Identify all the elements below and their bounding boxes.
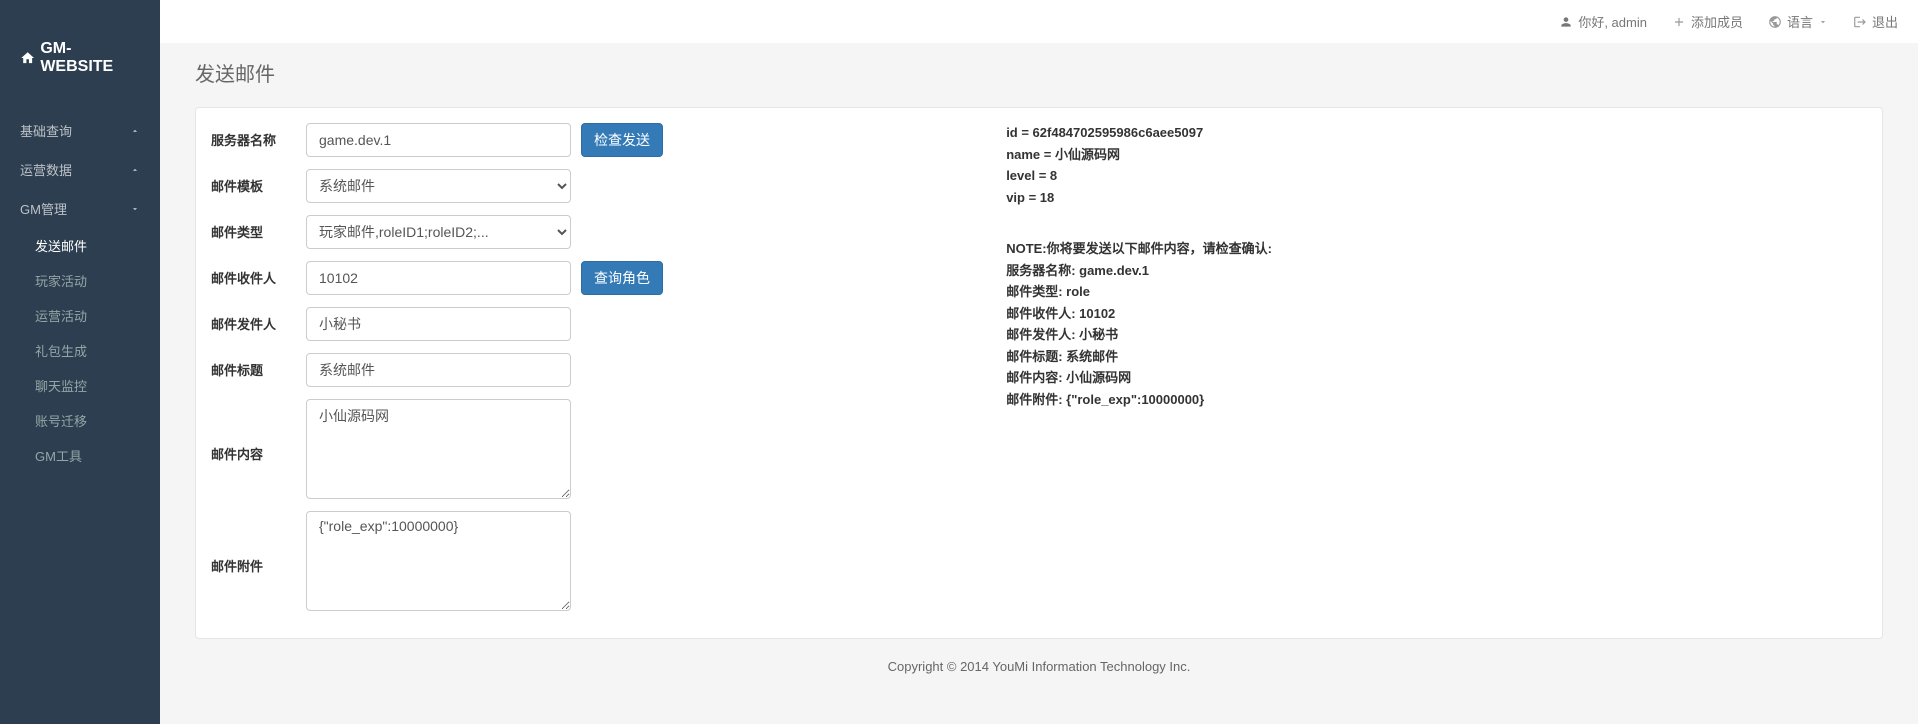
note-header: NOTE:你将要发送以下邮件内容，请检查确认:	[1006, 239, 1867, 259]
note-line: 邮件发件人: 小秘书	[1006, 325, 1867, 345]
note-line: 邮件收件人: 10102	[1006, 304, 1867, 324]
form-row-template: 邮件模板 系统邮件	[211, 169, 956, 203]
role-info-block: id = 62f484702595986c6aee5097 name = 小仙源…	[1006, 123, 1867, 207]
panel: 服务器名称 检查发送 邮件模板 系统邮件 邮件类型	[195, 107, 1883, 639]
form-row-recipient: 邮件收件人 查询角色	[211, 261, 956, 295]
topbar-language[interactable]: 语言	[1768, 12, 1828, 31]
form-row-server: 服务器名称 检查发送	[211, 123, 956, 157]
sidebar-sublabel: GM工具	[35, 449, 82, 464]
note-block: NOTE:你将要发送以下邮件内容，请检查确认: 服务器名称: game.dev.…	[1006, 239, 1867, 409]
globe-icon	[1768, 15, 1782, 29]
sidebar-label: GM管理	[20, 199, 67, 218]
title-input[interactable]	[306, 353, 571, 387]
topbar-logout-text: 退出	[1872, 12, 1898, 31]
sender-input[interactable]	[306, 307, 571, 341]
sidebar-subitem-player-activity[interactable]: 玩家活动	[0, 263, 160, 298]
plus-icon	[1672, 15, 1686, 29]
topbar-language-text: 语言	[1787, 12, 1813, 31]
content-wrap	[306, 399, 956, 499]
brand[interactable]: GM-WEBSITE	[0, 25, 160, 91]
role-level: level = 8	[1006, 166, 1867, 186]
template-select[interactable]: 系统邮件	[306, 169, 571, 203]
info-column: id = 62f484702595986c6aee5097 name = 小仙源…	[956, 123, 1867, 623]
recipient-input[interactable]	[306, 261, 571, 295]
sidebar-subitem-chat-monitor[interactable]: 聊天监控	[0, 368, 160, 403]
template-wrap: 系统邮件	[306, 169, 956, 203]
title-wrap	[306, 353, 956, 387]
topbar: 你好, admin 添加成员 语言 退出	[160, 0, 1918, 43]
attachment-wrap	[306, 511, 956, 611]
sidebar-sublabel: 礼包生成	[35, 344, 87, 359]
role-id: id = 62f484702595986c6aee5097	[1006, 123, 1867, 143]
note-line: 服务器名称: game.dev.1	[1006, 261, 1867, 281]
type-wrap: 玩家邮件,roleID1;roleID2;...	[306, 215, 956, 249]
note-line: 邮件附件: {"role_exp":10000000}	[1006, 390, 1867, 410]
chevron-up-icon	[130, 126, 140, 136]
note-line: 邮件内容: 小仙源码网	[1006, 368, 1867, 388]
home-icon	[20, 50, 35, 66]
attachment-textarea[interactable]	[306, 511, 571, 611]
sidebar-subitem-account-migrate[interactable]: 账号迁移	[0, 403, 160, 438]
sidebar-sublabel: 聊天监控	[35, 379, 87, 394]
server-wrap: 检查发送	[306, 123, 956, 157]
attachment-label: 邮件附件	[211, 511, 306, 575]
sidebar: GM-WEBSITE 基础查询 运营数据 GM管理 发送邮件 玩家活动 运营活动…	[0, 0, 160, 724]
form-row-title: 邮件标题	[211, 353, 956, 387]
sidebar-item-gm-manage[interactable]: GM管理	[0, 189, 160, 228]
main: 你好, admin 添加成员 语言 退出 发送邮件 服务器名称 检查发送	[160, 0, 1918, 724]
server-input[interactable]	[306, 123, 571, 157]
form-row-content: 邮件内容	[211, 399, 956, 499]
server-label: 服务器名称	[211, 123, 306, 149]
check-send-button[interactable]: 检查发送	[581, 123, 663, 157]
note-line: 邮件类型: role	[1006, 282, 1867, 302]
recipient-wrap: 查询角色	[306, 261, 956, 295]
template-label: 邮件模板	[211, 169, 306, 195]
topbar-greeting-text: 你好, admin	[1578, 12, 1647, 31]
topbar-add-member-text: 添加成员	[1691, 12, 1743, 31]
info-spacer	[1006, 209, 1867, 239]
sidebar-sublabel: 发送邮件	[35, 239, 87, 254]
content: 发送邮件 服务器名称 检查发送 邮件模板 系统邮件	[160, 43, 1918, 709]
sidebar-subitem-operation-activity[interactable]: 运营活动	[0, 298, 160, 333]
query-role-button[interactable]: 查询角色	[581, 261, 663, 295]
sidebar-subitem-gm-tool[interactable]: GM工具	[0, 438, 160, 473]
sidebar-menu: 基础查询 运营数据 GM管理 发送邮件 玩家活动 运营活动 礼包生成 聊天监控 …	[0, 111, 160, 473]
note-line: 邮件标题: 系统邮件	[1006, 347, 1867, 367]
sender-label: 邮件发件人	[211, 307, 306, 333]
footer: Copyright © 2014 YouMi Information Techn…	[195, 639, 1883, 694]
content-label: 邮件内容	[211, 399, 306, 463]
user-icon	[1559, 15, 1573, 29]
form-row-sender: 邮件发件人	[211, 307, 956, 341]
sidebar-item-basic-query[interactable]: 基础查询	[0, 111, 160, 150]
sidebar-subitem-gift-generate[interactable]: 礼包生成	[0, 333, 160, 368]
sidebar-item-operation-data[interactable]: 运营数据	[0, 150, 160, 189]
sidebar-sublabel: 玩家活动	[35, 274, 87, 289]
type-label: 邮件类型	[211, 215, 306, 241]
form-row-type: 邮件类型 玩家邮件,roleID1;roleID2;...	[211, 215, 956, 249]
chevron-down-icon	[130, 204, 140, 214]
content-textarea[interactable]	[306, 399, 571, 499]
form-column: 服务器名称 检查发送 邮件模板 系统邮件 邮件类型	[211, 123, 956, 623]
topbar-add-member[interactable]: 添加成员	[1672, 12, 1743, 31]
role-name: name = 小仙源码网	[1006, 145, 1867, 165]
type-select[interactable]: 玩家邮件,roleID1;roleID2;...	[306, 215, 571, 249]
sidebar-label: 运营数据	[20, 160, 72, 179]
page-title: 发送邮件	[195, 58, 1883, 87]
chevron-up-icon	[130, 165, 140, 175]
title-label: 邮件标题	[211, 353, 306, 379]
sender-wrap	[306, 307, 956, 341]
form-row-attachment: 邮件附件	[211, 511, 956, 611]
role-vip: vip = 18	[1006, 188, 1867, 208]
topbar-logout[interactable]: 退出	[1853, 12, 1898, 31]
sidebar-sublabel: 运营活动	[35, 309, 87, 324]
sidebar-sublabel: 账号迁移	[35, 414, 87, 429]
logout-icon	[1853, 15, 1867, 29]
topbar-greeting[interactable]: 你好, admin	[1559, 12, 1647, 31]
caret-down-icon	[1818, 17, 1828, 27]
sidebar-label: 基础查询	[20, 121, 72, 140]
recipient-label: 邮件收件人	[211, 261, 306, 287]
brand-text: GM-WEBSITE	[40, 40, 140, 76]
sidebar-subitem-send-mail[interactable]: 发送邮件	[0, 228, 160, 263]
